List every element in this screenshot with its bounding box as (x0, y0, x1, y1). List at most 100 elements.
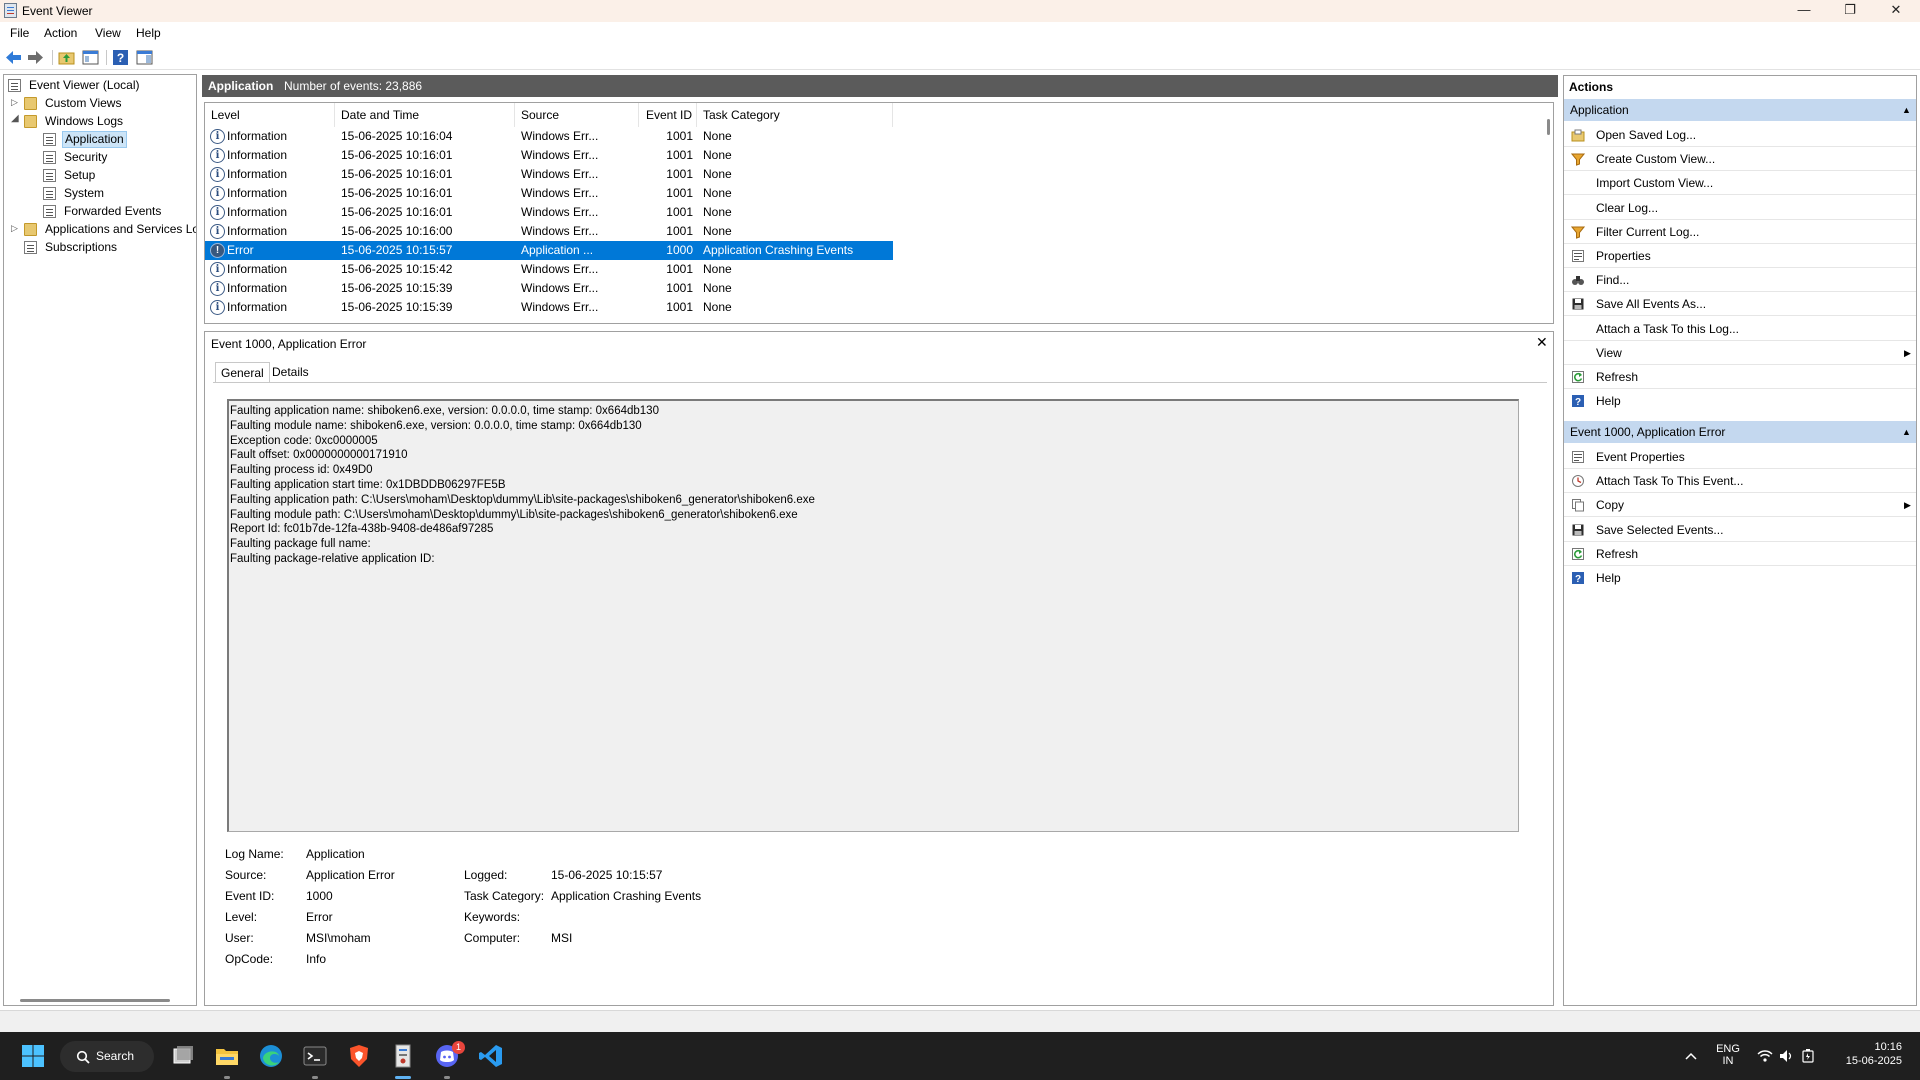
action-create-custom-view[interactable]: Create Custom View... (1564, 147, 1916, 172)
expand-chevron-icon[interactable]: ▷ (11, 223, 18, 234)
action-clear-log[interactable]: Clear Log... (1564, 196, 1916, 220)
table-row[interactable]: i Information 15-06-2025 10:16:00 Windows E… (205, 222, 893, 241)
tree-horizontal-scrollbar[interactable] (20, 999, 170, 1002)
cell-task-category: None (703, 148, 732, 162)
tab-details[interactable]: Details (267, 362, 314, 383)
help-icon[interactable]: ? (112, 49, 129, 66)
column-source[interactable]: Source (515, 103, 639, 127)
task-view-icon[interactable] (170, 1043, 196, 1069)
table-row[interactable]: i Information 15-06-2025 10:16:01 Windows E… (205, 165, 893, 184)
taskbar-search[interactable]: Search (60, 1041, 154, 1072)
tree-item-subscriptions[interactable]: Subscriptions (24, 239, 194, 256)
tree-item-setup[interactable]: Setup (43, 167, 193, 184)
action-help[interactable]: ? Help (1564, 389, 1916, 413)
action-event-properties[interactable]: Event Properties (1564, 445, 1916, 469)
table-row[interactable]: i Information 15-06-2025 10:15:39 Windows E… (205, 298, 893, 317)
action-save-selected-events[interactable]: Save Selected Events... (1564, 518, 1916, 542)
details-close-icon[interactable]: ✕ (1536, 334, 1548, 351)
menu-action[interactable]: Action (44, 26, 77, 40)
minimize-button[interactable]: — (1781, 0, 1827, 22)
action-help[interactable]: ? Help (1564, 566, 1916, 590)
action-properties[interactable]: Properties (1564, 244, 1916, 268)
vscode-icon[interactable] (478, 1043, 504, 1069)
actions-section-application[interactable]: Application ▲ (1564, 99, 1916, 121)
tree-item-forwarded-events[interactable]: Forwarded Events (43, 203, 193, 220)
column-level[interactable]: Level (205, 103, 335, 127)
cell-date-time: 15-06-2025 10:15:57 (341, 243, 453, 257)
edge-icon[interactable] (258, 1043, 284, 1069)
action-refresh[interactable]: Refresh (1564, 542, 1916, 566)
refresh-icon (1572, 371, 1584, 383)
action-label: Attach Task To This Event... (1596, 474, 1744, 489)
log-title: Application (208, 79, 274, 93)
tree-item-apps-services[interactable]: Applications and Services Lo (24, 221, 196, 238)
close-button[interactable]: ✕ (1873, 0, 1919, 22)
cell-level: Information (227, 224, 288, 238)
file-explorer-icon[interactable] (214, 1043, 240, 1069)
information-icon: i (210, 167, 225, 182)
tab-general[interactable]: General (215, 362, 270, 383)
menu-help[interactable]: Help (136, 26, 161, 40)
table-row[interactable]: i Information 15-06-2025 10:16:01 Windows E… (205, 203, 893, 222)
column-task-category[interactable]: Task Category (697, 103, 893, 127)
collapse-chevron-icon[interactable]: ◢ (11, 113, 19, 124)
action-filter-current-log[interactable]: Filter Current Log... (1564, 220, 1916, 244)
table-row[interactable]: i Information 15-06-2025 10:15:39 Windows E… (205, 279, 893, 298)
tree-item-security[interactable]: Security (43, 149, 193, 166)
show-hide-tree-icon[interactable] (82, 49, 99, 66)
cell-source: Windows Err... (521, 148, 599, 162)
action-open-saved-log[interactable]: Open Saved Log... (1564, 123, 1916, 147)
table-row[interactable]: i Information 15-06-2025 10:16:01 Windows E… (205, 184, 893, 203)
action-save-all-events-as[interactable]: Save All Events As... (1564, 292, 1916, 317)
folder-up-icon[interactable] (58, 49, 75, 66)
tree-item-application[interactable]: Application (43, 131, 193, 148)
table-row[interactable]: i Information 15-06-2025 10:16:04 Windows E… (205, 127, 893, 146)
collapse-caret-icon[interactable]: ▲ (1902, 421, 1911, 443)
battery-icon[interactable] (1800, 1048, 1815, 1063)
collapse-caret-icon[interactable]: ▲ (1902, 99, 1911, 121)
system-clock[interactable]: 10:16 15-06-2025 (1826, 1041, 1902, 1067)
search-icon (76, 1050, 90, 1064)
forward-icon[interactable] (27, 49, 44, 66)
expand-chevron-icon[interactable]: ▷ (11, 97, 18, 108)
properties-icon (1572, 250, 1584, 262)
menu-file[interactable]: File (10, 26, 29, 40)
start-icon[interactable] (20, 1043, 46, 1069)
table-row[interactable]: i Information 15-06-2025 10:16:01 Windows E… (205, 146, 893, 165)
event-list-vertical-scrollbar[interactable] (1547, 119, 1550, 135)
back-icon[interactable] (5, 49, 22, 66)
volume-icon[interactable] (1779, 1049, 1794, 1063)
table-row[interactable]: i Information 15-06-2025 10:15:42 Windows E… (205, 260, 893, 279)
action-attach-a-task-to-this-log[interactable]: Attach a Task To this Log... (1564, 317, 1916, 341)
event-count: Number of events: 23,886 (284, 79, 423, 93)
action-import-custom-view[interactable]: Import Custom View... (1564, 171, 1916, 196)
cell-date-time: 15-06-2025 10:16:01 (341, 205, 453, 219)
cell-source: Windows Err... (521, 129, 599, 143)
language-indicator[interactable]: ENG IN (1712, 1043, 1744, 1067)
tree-item-system[interactable]: System (43, 185, 193, 202)
tree-item-windows-logs[interactable]: Windows Logs (24, 113, 194, 130)
search-label: Search (96, 1049, 135, 1063)
actions-section-event[interactable]: Event 1000, Application Error ▲ (1564, 421, 1916, 443)
column-event-id[interactable]: Event ID (639, 103, 697, 127)
terminal-icon[interactable] (302, 1043, 328, 1069)
event-viewer-taskbar-icon[interactable] (390, 1043, 416, 1069)
open-log-icon (1571, 129, 1585, 142)
column-date-time[interactable]: Date and Time (335, 103, 515, 127)
table-row[interactable]: ! Error 15-06-2025 10:15:57 Application ...… (205, 241, 893, 260)
wifi-icon[interactable] (1757, 1049, 1773, 1063)
brave-icon[interactable] (346, 1043, 372, 1069)
menu-view[interactable]: View (95, 26, 121, 40)
action-refresh[interactable]: Refresh (1564, 365, 1916, 389)
tree-item-custom-views[interactable]: Custom Views (24, 95, 194, 112)
restore-button[interactable]: ❐ (1827, 0, 1873, 22)
submenu-arrow-icon: ▶ (1904, 347, 1911, 358)
event-description[interactable]: Faulting application name: shiboken6.exe… (227, 399, 1519, 832)
action-find[interactable]: Find... (1564, 268, 1916, 293)
action-copy[interactable]: Copy ▶ (1564, 493, 1916, 518)
tree-item-root[interactable]: Event Viewer (Local) (8, 77, 193, 94)
action-view[interactable]: View ▶ (1564, 341, 1916, 365)
action-attach-task-to-this-event[interactable]: Attach Task To This Event... (1564, 469, 1916, 494)
tray-chevron-up-icon[interactable] (1684, 1050, 1698, 1062)
action-pane-icon[interactable] (136, 49, 153, 66)
